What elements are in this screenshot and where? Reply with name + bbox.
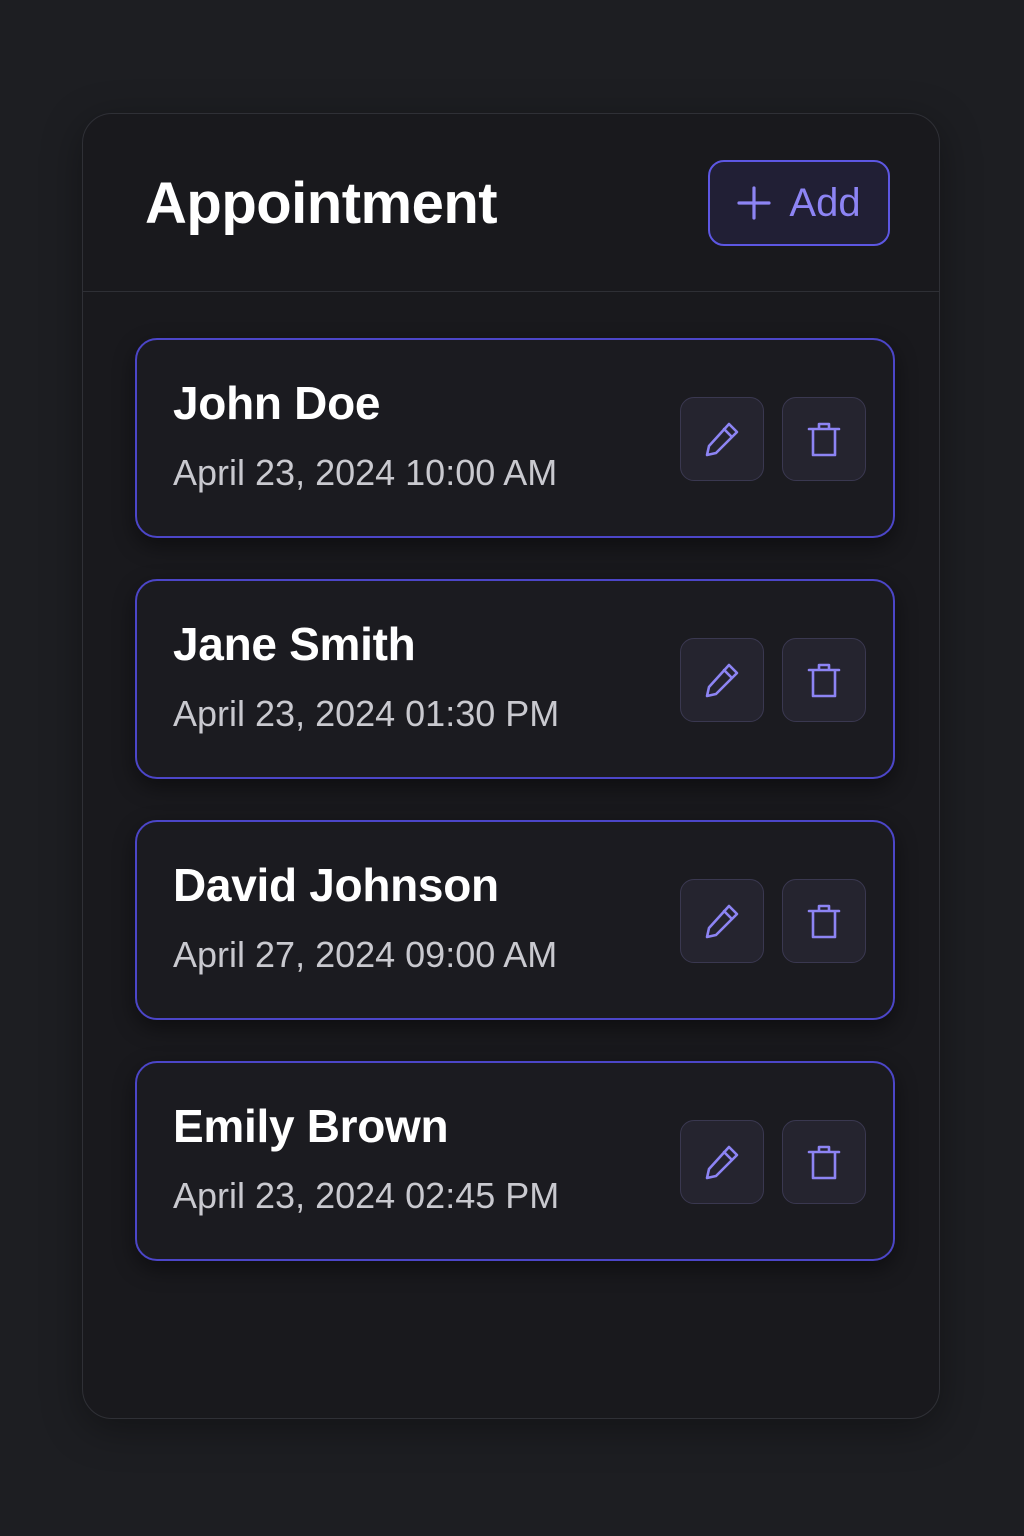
appointment-card: David Johnson April 27, 2024 09:00 AM — [135, 820, 895, 1020]
appointment-name: Jane Smith — [173, 618, 416, 670]
pencil-icon — [705, 663, 739, 698]
appointment-name: John Doe — [173, 377, 381, 429]
pencil-icon — [705, 904, 739, 939]
add-appointment-button[interactable]: Add — [708, 160, 890, 246]
appointment-datetime: April 27, 2024 09:00 AM — [173, 934, 558, 975]
page-title: Appointment — [145, 171, 498, 236]
trash-icon — [807, 663, 841, 698]
panel-header: Appointment Add — [83, 114, 939, 292]
appointment-card: Emily Brown April 23, 2024 02:45 PM — [135, 1061, 895, 1261]
appointment-card: John Doe April 23, 2024 10:00 AM — [135, 338, 895, 538]
appointment-name: Emily Brown — [173, 1100, 449, 1152]
delete-button[interactable] — [782, 1120, 866, 1204]
edit-button[interactable] — [680, 397, 764, 481]
appointment-datetime: April 23, 2024 01:30 PM — [173, 693, 560, 734]
appointment-card: Jane Smith April 23, 2024 01:30 PM — [135, 579, 895, 779]
trash-icon — [807, 422, 841, 457]
edit-button[interactable] — [680, 638, 764, 722]
appointment-datetime: April 23, 2024 10:00 AM — [173, 452, 558, 493]
add-button-label: Add — [789, 181, 861, 225]
pencil-icon — [705, 1145, 739, 1180]
plus-icon — [737, 186, 772, 220]
trash-icon — [807, 1145, 841, 1180]
appointment-name: David Johnson — [173, 859, 499, 911]
appointment-panel: Appointment Add John Doe April 23, 2024 … — [82, 113, 940, 1419]
trash-icon — [807, 904, 841, 939]
delete-button[interactable] — [782, 397, 866, 481]
appointment-datetime: April 23, 2024 02:45 PM — [173, 1175, 560, 1216]
appointment-list: John Doe April 23, 2024 10:00 AM Jane Sm… — [135, 338, 895, 1302]
delete-button[interactable] — [782, 638, 866, 722]
edit-button[interactable] — [680, 1120, 764, 1204]
pencil-icon — [705, 422, 739, 457]
edit-button[interactable] — [680, 879, 764, 963]
delete-button[interactable] — [782, 879, 866, 963]
